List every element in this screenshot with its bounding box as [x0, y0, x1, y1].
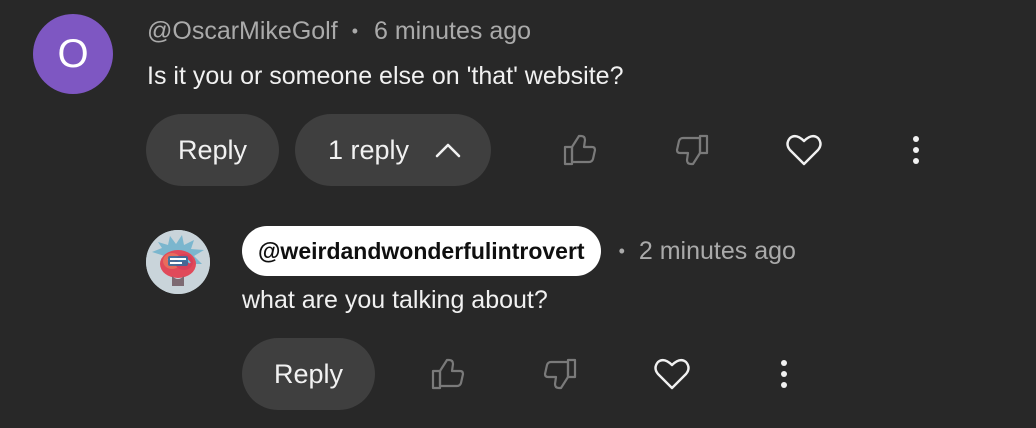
reply-button[interactable]: Reply [146, 114, 279, 186]
meta-separator: • [618, 240, 625, 261]
brain-avatar [146, 230, 210, 294]
reply-author: @weirdandwonderfulintrovert [258, 237, 585, 264]
reply-dislike-button[interactable] [532, 346, 588, 402]
heart-button[interactable] [776, 122, 832, 178]
reply-author-avatar[interactable] [146, 230, 210, 294]
dislike-button[interactable] [664, 122, 720, 178]
thumbs-up-icon [563, 134, 597, 166]
thumbs-down-icon [543, 358, 577, 390]
thumbs-down-icon [675, 134, 709, 166]
avatar-letter: O [57, 31, 89, 76]
more-vert-icon [780, 359, 788, 389]
more-vert-icon [912, 135, 920, 165]
reply-heart-button[interactable] [644, 346, 700, 402]
like-button[interactable] [552, 122, 608, 178]
reply-timestamp: 2 minutes ago [638, 236, 796, 265]
reply-button-label: Reply [177, 134, 248, 165]
reply-like-button[interactable] [420, 346, 476, 402]
more-options-button[interactable] [888, 122, 944, 178]
comment-author[interactable]: @OscarMikeGolf [147, 17, 338, 46]
chevron-up-icon [435, 142, 461, 158]
comment-text: Is it you or someone else on 'that' webs… [147, 62, 624, 90]
reply-header: @weirdandwonderfulintrovert • 2 minutes … [242, 226, 796, 276]
reply-button-label: Reply [273, 358, 344, 389]
meta-separator: • [351, 20, 358, 41]
replies-toggle-button[interactable]: 1 reply [295, 114, 491, 186]
author-avatar[interactable]: O [33, 14, 113, 94]
reply-text: what are you talking about? [242, 286, 548, 314]
heart-icon [654, 357, 690, 391]
reply-more-options-button[interactable] [756, 346, 812, 402]
comment-header: @OscarMikeGolf • 6 minutes ago [147, 15, 531, 47]
heart-icon [786, 133, 822, 167]
thumbs-up-icon [431, 358, 465, 390]
reply-reply-button[interactable]: Reply [242, 338, 375, 410]
comment-timestamp: 6 minutes ago [374, 16, 532, 45]
replies-toggle-label: 1 reply [328, 134, 410, 165]
reply-author-chip[interactable]: @weirdandwonderfulintrovert [242, 226, 601, 276]
